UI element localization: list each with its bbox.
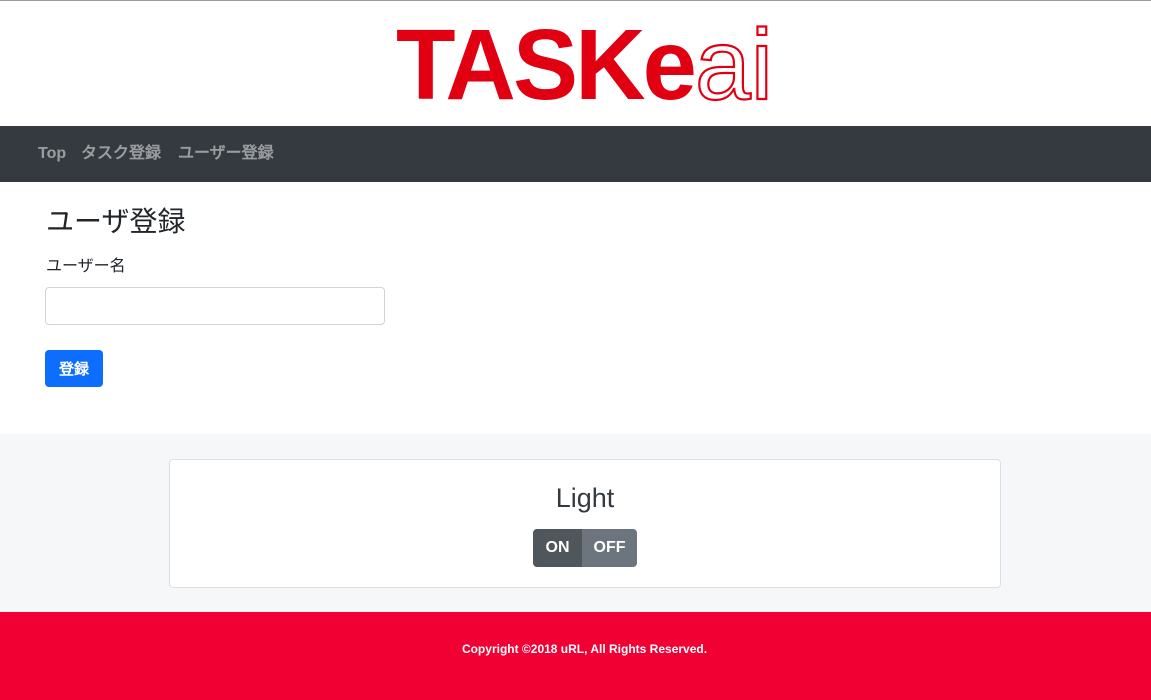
- light-off-button[interactable]: OFF: [582, 529, 637, 567]
- light-section: Light ON OFF: [0, 434, 1151, 612]
- username-label: ユーザー名: [46, 258, 126, 275]
- site-header: TASKe ai: [0, 1, 1151, 126]
- nav-top-link[interactable]: Top: [38, 144, 66, 164]
- light-on-button[interactable]: ON: [533, 529, 582, 567]
- main-navbar: Top タスク登録 ユーザー登録: [0, 126, 1151, 182]
- site-logo[interactable]: TASKe ai: [396, 15, 776, 107]
- copyright-text: Copyright ©2018 uRL, All Rights Reserved…: [461, 642, 708, 656]
- nav-task-register-link[interactable]: タスク登録: [81, 144, 161, 164]
- logo-suffix-text: ai: [695, 15, 773, 107]
- logo-main-text: TASKe: [396, 15, 694, 107]
- light-title: Light: [555, 483, 615, 513]
- light-card: Light ON OFF: [169, 459, 1001, 588]
- user-register-form-section: ユーザ登録 ユーザー名 登録: [0, 182, 1151, 434]
- username-input[interactable]: [45, 287, 385, 325]
- logo-image: TASKe ai: [396, 15, 774, 107]
- register-button[interactable]: 登録: [45, 350, 103, 387]
- page-title: ユーザ登録: [46, 206, 186, 237]
- nav-user-register-link[interactable]: ユーザー登録: [178, 144, 274, 164]
- light-toggle-group: ON OFF: [533, 529, 637, 567]
- site-footer: Copyright ©2018 uRL, All Rights Reserved…: [0, 612, 1151, 700]
